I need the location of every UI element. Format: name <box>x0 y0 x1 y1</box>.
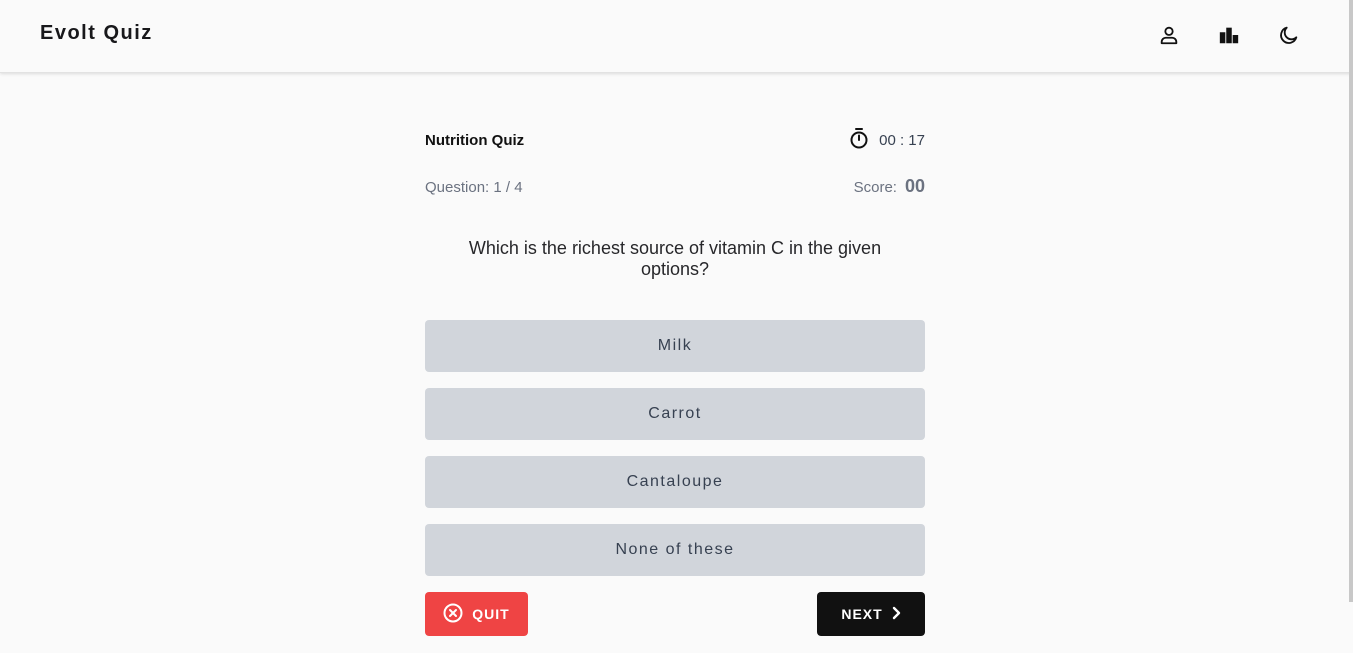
app-brand[interactable]: Evolt Quiz <box>40 22 153 45</box>
stopwatch-icon <box>849 127 869 153</box>
answer-option-carrot[interactable]: Carrot <box>425 388 925 440</box>
question-counter: Question: 1 / 4 <box>425 179 523 196</box>
answer-option-milk[interactable]: Milk <box>425 320 925 372</box>
answer-option-none[interactable]: None of these <box>425 524 925 576</box>
score-display: Score: 00 <box>854 176 925 197</box>
close-circle-icon <box>443 603 463 626</box>
next-button[interactable]: NEXT <box>817 592 925 636</box>
score-label: Score: <box>853 179 897 196</box>
user-icon[interactable] <box>1156 22 1182 48</box>
moon-icon[interactable] <box>1276 22 1302 48</box>
quit-label: QUIT <box>472 606 510 622</box>
answer-option-cantaloupe[interactable]: Cantaloupe <box>425 456 925 508</box>
next-label: NEXT <box>841 606 883 622</box>
score-value: 00 <box>904 176 925 196</box>
quiz-title: Nutrition Quiz <box>425 132 525 149</box>
leaderboard-icon[interactable] <box>1216 22 1242 48</box>
quiz-timer: 00 : 17 <box>849 128 925 152</box>
quit-button[interactable]: QUIT <box>425 592 528 636</box>
page-scrollbar[interactable] <box>1349 0 1353 602</box>
chevron-right-icon <box>891 606 901 623</box>
timer-value: 00 : 17 <box>879 131 925 149</box>
question-text: Which is the richest source of vitamin C… <box>468 238 882 279</box>
top-navbar: Evolt Quiz <box>0 0 1353 73</box>
